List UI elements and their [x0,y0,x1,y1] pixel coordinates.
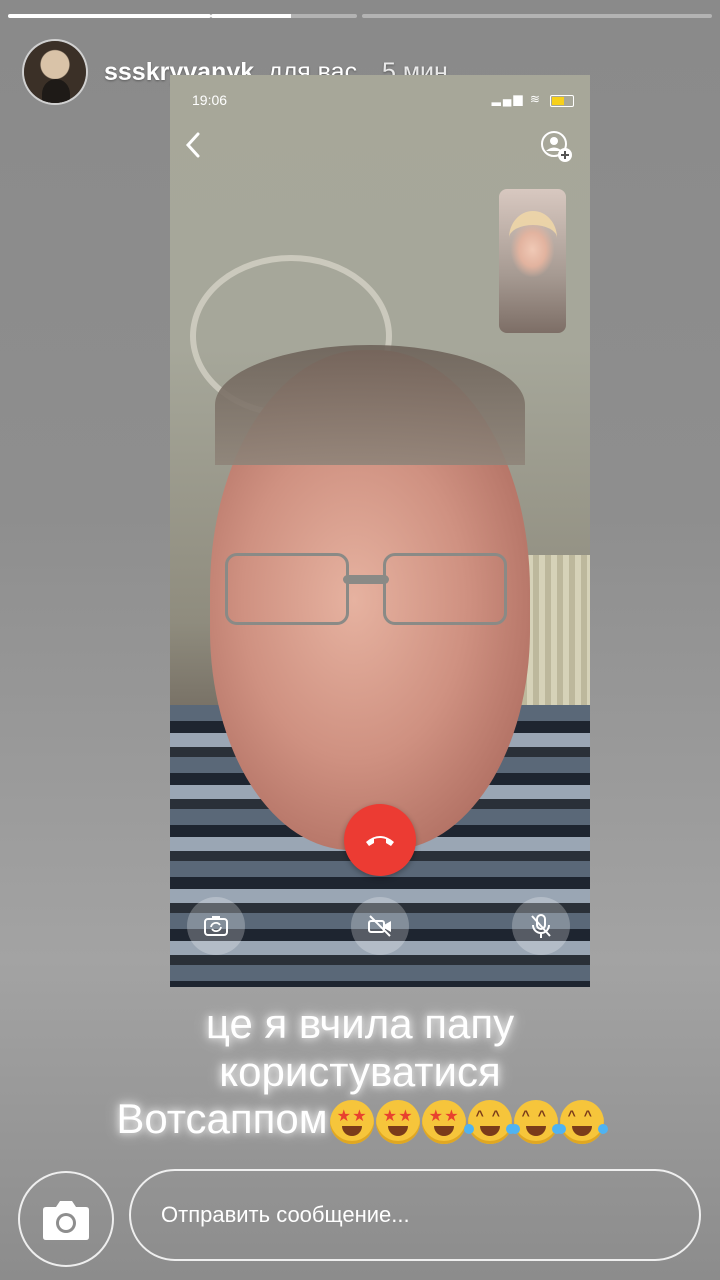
video-off-icon [368,915,391,937]
story-progress-fill [211,14,292,18]
self-view-thumbnail[interactable] [499,189,566,333]
status-bar-icons: ▂▄▆ ≋ [491,92,542,106]
video-toggle-button[interactable] [351,897,409,955]
star-struck-emoji [329,1099,374,1144]
mute-button[interactable] [512,897,570,955]
caller-hair [215,345,525,465]
end-call-icon [366,836,394,846]
story-progress-2 [211,14,357,18]
story-progress-3 [362,14,712,18]
caption-word: Вотсаппом [116,1095,328,1142]
mute-mic-icon [531,914,551,938]
status-bar-time: 19:06 [192,92,228,108]
camera-button[interactable] [18,1171,114,1267]
tears-of-joy-emoji [509,1099,562,1144]
add-participant-icon[interactable] [540,130,572,162]
story-progress-1 [8,14,211,18]
avatar[interactable] [24,41,86,103]
star-struck-emoji [375,1099,420,1144]
glasses [225,553,507,625]
star-struck-emoji [421,1099,466,1144]
tears-of-joy-emoji [463,1099,516,1144]
story-progress-fill [8,14,211,18]
video-call-screenshot: 19:06 ▂▄▆ ≋ [170,75,590,987]
message-input[interactable]: Отправить сообщение... [129,1169,701,1261]
caption-line-3: Вотсаппом [0,1095,720,1144]
flip-camera-button[interactable] [187,897,245,955]
caption-line-2: користуватися [219,1048,501,1095]
camera-icon [43,1201,89,1240]
flip-camera-icon [204,916,228,936]
end-call-button[interactable] [344,804,416,876]
tears-of-joy-emoji [555,1099,608,1144]
caption-line-1: це я вчила папу [205,1000,515,1047]
back-icon[interactable] [184,131,202,166]
battery-icon [550,95,574,107]
